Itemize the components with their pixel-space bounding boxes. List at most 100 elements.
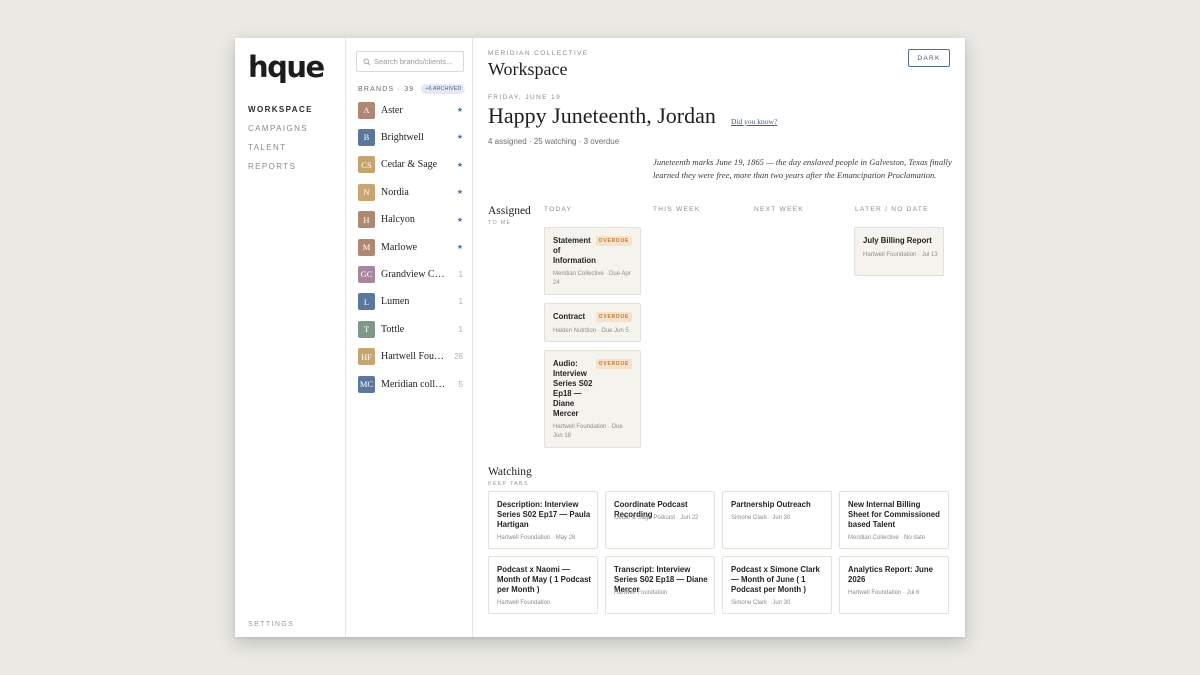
nav-item-workspace[interactable]: WORKSPACE [248,105,313,114]
watching-card-meta: Meridian Collective · No date [848,535,926,541]
task-card-today-3[interactable]: Audio: Interview Series S02 Ep18 — Diane… [544,350,641,448]
task-title: Audio: Interview Series S02 Ep18 — Diane… [553,359,593,418]
primary-nav: hque WORKSPACE CAMPAIGNS TALENT REPORTS … [235,38,346,637]
brand-name: Hartwell Foundation [381,351,447,363]
greeting: Happy Juneteenth, Jordan [488,103,716,128]
brand-item[interactable]: T Tottle 1 [358,320,463,338]
holiday-fact: Juneteenth marks June 19, 1865 — the day… [653,157,952,180]
watching-card-meta: Hartwell Foundation · Jul 6 [848,590,920,596]
search-input[interactable] [374,57,462,66]
brand-item[interactable]: H Halcyon ★ [358,211,463,229]
brand-avatar: T [358,320,375,338]
brand-avatar: M [358,238,375,256]
watching-card[interactable]: Description: Interview Series S02 Ep17 —… [488,491,598,549]
task-title: Contract [553,312,586,321]
nav-item-settings[interactable]: SETTINGS [248,621,294,628]
watching-card[interactable]: Transcript: Interview Series S02 Ep18 — … [605,556,715,614]
workspace-main: MERIDIAN COLLECTIVE Workspace DARK FRIDA… [473,38,965,637]
brand-name: Tottle [381,323,405,335]
watching-card[interactable]: Podcast x Simone Clark — Month of June (… [722,556,832,614]
brands-panel: BRANDS · 39 +6 ARCHIVED A Aster ★ B Brightwe… [346,38,473,637]
watching-title: Watching [488,466,532,478]
archived-badge[interactable]: +6 ARCHIVED [421,84,466,94]
brand-item[interactable]: A Aster ★ [358,101,463,119]
task-card-today-1[interactable]: Statement of Information OVERDUE Meridia… [544,227,641,295]
brand-name: Lumen [381,296,410,308]
column-today: TODAY [544,206,573,213]
dark-mode-button[interactable]: DARK [908,49,950,67]
column-later: LATER / NO DATE [855,206,929,213]
search-icon [363,58,371,65]
task-meta: Halden Nutrition · Due Jun 5 [553,328,629,334]
watching-card[interactable]: Partnership Outreach Simone Clark · Jun 3… [722,491,832,549]
star-icon[interactable]: ★ [457,133,463,141]
task-meta: Meridian Collective · Due Apr 24 [553,271,631,286]
brand-avatar: H [358,211,375,229]
star-icon[interactable]: ★ [457,216,463,224]
watching-card-meta: Hartwell Foundation · May 28 [497,535,576,541]
watching-card[interactable]: Podcast x Naomi — Month of May ( 1 Podca… [488,556,598,614]
app-logo: hque [248,50,325,84]
task-meta: Hartwell Foundation · Due Jun 18 [553,424,623,439]
overdue-badge: OVERDUE [595,312,632,322]
watching-card[interactable]: Coordinate Podcast Recording Cedar & Sage… [605,491,715,549]
brand-count: 5 [458,379,463,389]
watching-card-title: Podcast x Naomi — Month of May ( 1 Podca… [497,565,592,594]
assigned-title: Assigned [488,205,531,217]
nav-item-reports[interactable]: REPORTS [248,162,296,171]
watching-card-meta: Cedar & Sage Podcast · Jun 22 [614,515,699,521]
column-next-week: NEXT WEEK [754,206,804,213]
brand-avatar: MC [358,375,375,393]
assigned-subtitle: TO ME [488,220,512,226]
brand-avatar: B [358,128,375,146]
brand-avatar: N [358,183,375,201]
task-card-today-2[interactable]: Contract OVERDUE Halden Nutrition · Due … [544,303,641,342]
brand-item[interactable]: L Lumen 1 [358,293,463,311]
star-icon[interactable]: ★ [457,243,463,251]
task-card-later-1[interactable]: July Billing Report Hartwell Foundation … [854,227,944,276]
star-icon[interactable]: ★ [457,106,463,114]
did-you-know-link[interactable]: Did you know? [731,117,777,126]
watching-card-meta: Simone Clark · Jun 30 [731,515,791,521]
brand-name: Meridian collective [381,378,447,390]
org-name: MERIDIAN COLLECTIVE [488,50,589,57]
brand-item[interactable]: N Nordia ★ [358,183,463,201]
nav-item-talent[interactable]: TALENT [248,143,286,152]
watching-subtitle: KEEP TABS [488,481,529,487]
brands-title: BRANDS · 39 [358,85,415,93]
brand-name: Grandview Consulting [381,268,447,280]
task-title: July Billing Report [863,236,932,245]
brand-item[interactable]: B Brightwell ★ [358,128,463,146]
watching-card[interactable]: Analytics Report: June 2026 Hartwell Foun… [839,556,949,614]
brand-item[interactable]: GC Grandview Consulting 1 [358,265,463,283]
watching-card-title: Podcast x Simone Clark — Month of June (… [731,565,820,594]
brand-item[interactable]: CS Cedar & Sage ★ [358,156,463,174]
nav-item-campaigns[interactable]: CAMPAIGNS [248,124,308,133]
star-icon[interactable]: ★ [457,161,463,169]
brand-count: 1 [458,269,463,279]
brand-item[interactable]: M Marlowe ★ [358,238,463,256]
watching-card-title: Partnership Outreach [731,500,811,509]
star-icon[interactable]: ★ [457,188,463,196]
brand-count: 1 [458,324,463,334]
brand-name: Halcyon [381,214,415,226]
brands-header: BRANDS · 39 +6 ARCHIVED [358,84,466,94]
watching-card-meta: Hartwell Foundation [614,590,668,596]
task-title: Statement of Information [553,236,596,265]
brand-avatar: L [358,293,375,311]
app-window: hque WORKSPACE CAMPAIGNS TALENT REPORTS … [235,38,965,637]
brand-avatar: GC [358,265,375,283]
brand-name: Marlowe [381,241,418,253]
brand-name: Cedar & Sage [381,159,438,171]
watching-card[interactable]: New Internal Billing Sheet for Commissio… [839,491,949,549]
column-this-week: THIS WEEK [653,206,701,213]
brand-item[interactable]: MC Meridian collective 5 [358,375,463,393]
brand-item[interactable]: HF Hartwell Foundation 28 [358,348,463,366]
brand-avatar: HF [358,348,375,366]
brand-search[interactable] [356,51,464,72]
watching-card-title: New Internal Billing Sheet for Commissio… [848,500,940,529]
overdue-badge: OVERDUE [595,236,632,246]
watching-card-meta: Hartwell Foundation [497,600,551,606]
watching-card-meta: Simone Clark · Jun 30 [731,600,791,606]
brand-name: Nordia [381,186,409,198]
